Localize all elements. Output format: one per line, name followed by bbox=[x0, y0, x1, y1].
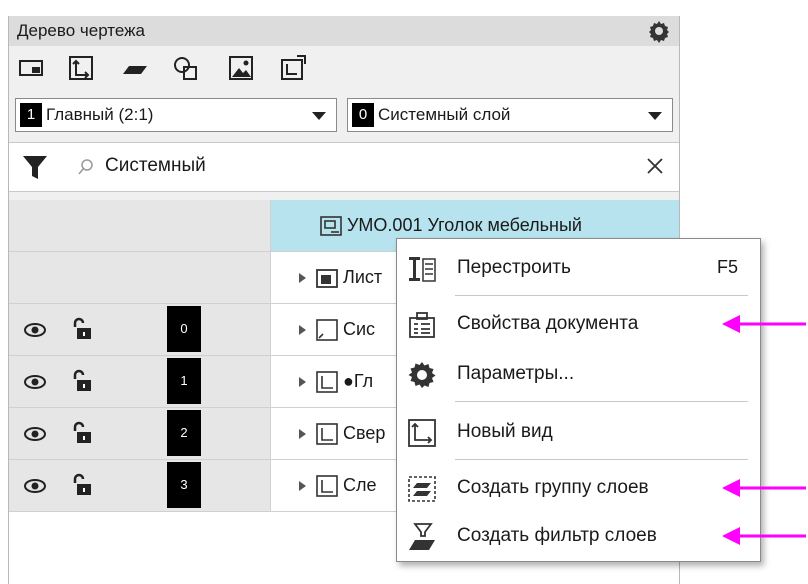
row-controls bbox=[9, 200, 271, 251]
menu-item-create-layer-group[interactable]: Создать группу слоев bbox=[397, 463, 760, 513]
view-selector[interactable]: 1 Главный (2:1) bbox=[15, 98, 337, 132]
sheets-label: Лист bbox=[343, 267, 383, 287]
layer-label: Сис bbox=[343, 319, 376, 339]
eye-icon[interactable] bbox=[23, 372, 47, 392]
panel-titlebar: Дерево чертежа bbox=[9, 16, 679, 46]
layer-number: 0 bbox=[352, 103, 374, 127]
chevron-down-icon bbox=[312, 112, 326, 120]
menu-separator bbox=[455, 459, 748, 460]
unlock-icon[interactable] bbox=[71, 420, 93, 446]
menu-item-label: Свойства документа bbox=[457, 313, 639, 334]
menu-item-parameters[interactable]: Параметры... bbox=[397, 349, 760, 399]
unlock-icon[interactable] bbox=[71, 316, 93, 342]
menu-item-label: Создать группу слоев bbox=[457, 477, 649, 498]
shapes-icon[interactable] bbox=[171, 54, 199, 82]
layer-label: Сле bbox=[343, 475, 377, 495]
gear-icon[interactable] bbox=[647, 19, 671, 43]
annotation-arrow-icon bbox=[722, 527, 806, 545]
unlock-icon[interactable] bbox=[71, 472, 93, 498]
layer-name: Системный слой bbox=[378, 105, 511, 124]
expand-arrow-icon[interactable] bbox=[299, 273, 306, 283]
annotation-arrow-icon bbox=[722, 479, 806, 497]
local-cs-icon bbox=[316, 423, 338, 445]
menu-item-label: Новый вид bbox=[457, 421, 553, 442]
menu-item-label: Создать фильтр слоев bbox=[457, 525, 657, 546]
filter-icon[interactable] bbox=[21, 153, 49, 181]
row-controls bbox=[9, 304, 271, 355]
filter-bar: Системный bbox=[9, 142, 679, 192]
document-icon bbox=[320, 216, 342, 236]
view-number: 1 bbox=[20, 103, 42, 127]
annotation-arrow-icon bbox=[722, 315, 806, 333]
layer-label: Свер bbox=[343, 423, 386, 443]
chevron-down-icon bbox=[648, 112, 662, 120]
menu-item-rebuild[interactable]: Перестроить F5 bbox=[397, 243, 760, 293]
menu-item-label: Перестроить bbox=[457, 257, 571, 278]
image-icon[interactable] bbox=[227, 54, 255, 82]
eye-icon[interactable] bbox=[23, 424, 47, 444]
row-controls bbox=[9, 356, 271, 407]
layer-filter-icon bbox=[409, 523, 435, 550]
menu-item-document-properties[interactable]: Свойства документа bbox=[397, 299, 760, 349]
row-controls bbox=[9, 252, 271, 303]
expand-arrow-icon[interactable] bbox=[299, 481, 306, 491]
layer-label: ●Гл bbox=[343, 371, 374, 391]
close-icon[interactable] bbox=[645, 156, 665, 176]
layer-number-badge: 0 bbox=[167, 306, 201, 352]
search-input[interactable]: Системный bbox=[105, 155, 206, 177]
row-controls bbox=[9, 408, 271, 459]
eye-icon[interactable] bbox=[23, 320, 47, 340]
layer-number-badge: 3 bbox=[167, 462, 201, 508]
menu-item-shortcut: F5 bbox=[717, 257, 739, 277]
settings-gear-icon bbox=[408, 362, 436, 388]
layer-selector[interactable]: 0 Системный слой bbox=[347, 98, 673, 132]
row-controls bbox=[9, 460, 271, 511]
layer-view-icon bbox=[316, 319, 338, 341]
unlock-icon[interactable] bbox=[71, 368, 93, 394]
projection-view-icon[interactable] bbox=[279, 54, 307, 82]
menu-item-create-layer-filter[interactable]: Создать фильтр слоев bbox=[397, 511, 760, 561]
context-menu: Перестроить F5 Свойства документа Параме… bbox=[396, 238, 761, 562]
rebuild-icon bbox=[409, 257, 436, 282]
new-view-icon[interactable] bbox=[17, 54, 45, 82]
local-cs-icon[interactable] bbox=[67, 54, 95, 82]
sheets-icon bbox=[316, 269, 338, 288]
expand-arrow-icon[interactable] bbox=[299, 325, 306, 335]
line-icon[interactable] bbox=[121, 54, 149, 82]
document-name: УМО.001 Уголок мебельный bbox=[347, 215, 582, 235]
menu-item-new-view[interactable]: Новый вид bbox=[397, 407, 760, 457]
document-properties-icon bbox=[409, 312, 435, 338]
menu-item-label: Параметры... bbox=[457, 363, 575, 384]
panel-title: Дерево чертежа bbox=[17, 21, 145, 40]
search-icon bbox=[78, 159, 93, 175]
menu-separator bbox=[455, 401, 748, 402]
new-view-icon bbox=[408, 419, 436, 447]
eye-icon[interactable] bbox=[23, 476, 47, 496]
view-name: Главный (2:1) bbox=[46, 105, 154, 124]
menu-separator bbox=[455, 295, 748, 296]
layer-group-icon bbox=[408, 476, 436, 502]
local-cs-icon bbox=[316, 371, 338, 393]
expand-arrow-icon[interactable] bbox=[299, 377, 306, 387]
layer-number-badge: 2 bbox=[167, 410, 201, 456]
layer-number-badge: 1 bbox=[167, 358, 201, 404]
local-cs-icon bbox=[316, 475, 338, 497]
expand-arrow-icon[interactable] bbox=[299, 429, 306, 439]
panel-toolbar bbox=[9, 46, 679, 90]
